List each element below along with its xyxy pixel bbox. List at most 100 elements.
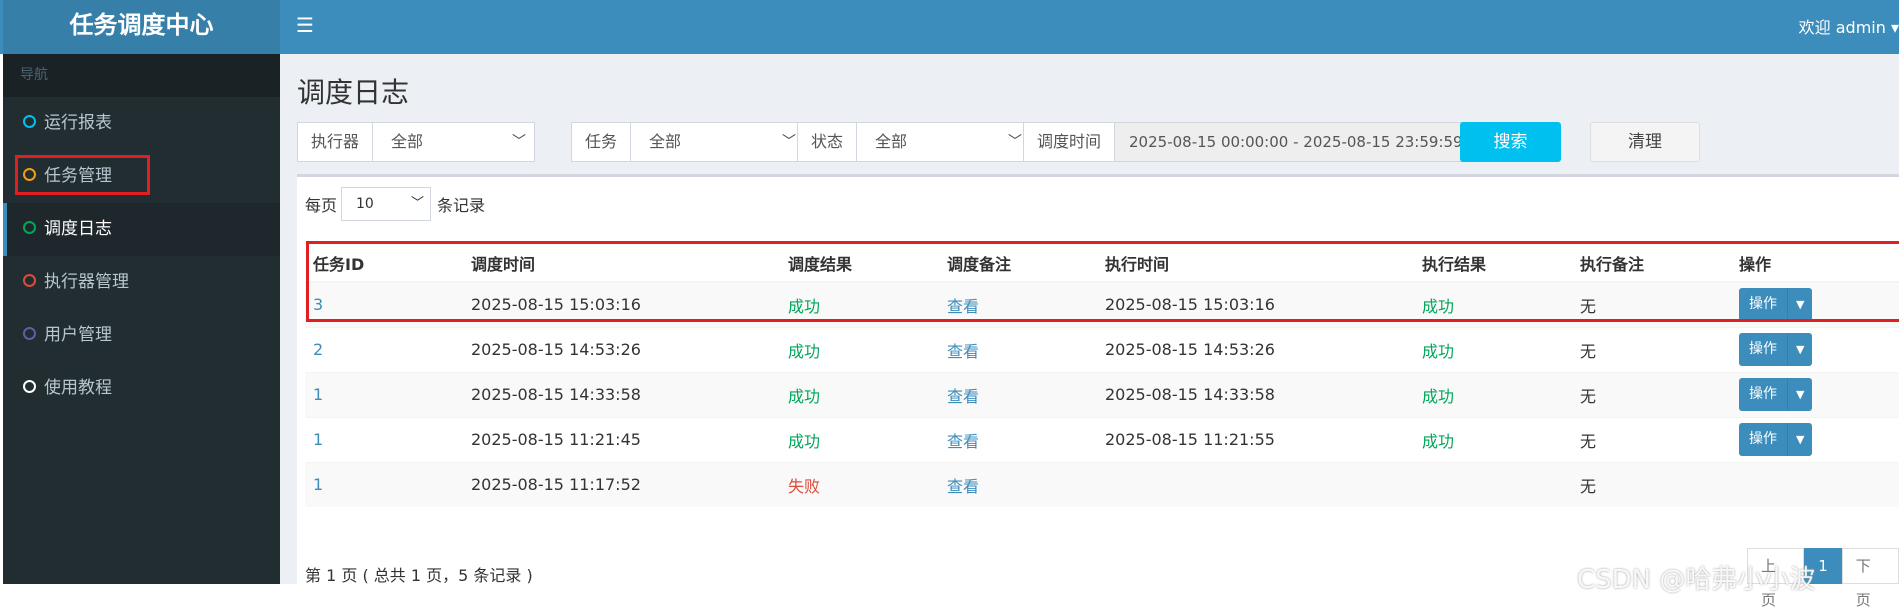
exec-result: 成功	[1414, 281, 1572, 327]
status-label: 状态	[797, 122, 857, 162]
sidebar-item-report[interactable]: 运行报表	[3, 97, 280, 150]
log-table-box: 每页 10 ﹀ 条记录 任务ID 调度时间 调度结果 调度备注 执行时间 执行结果…	[297, 174, 1899, 609]
sidebar-item-label: 调度日志	[44, 219, 112, 239]
op-cell: 操作 ▼	[1731, 371, 1899, 417]
status-filter: 状态 全部 ﹀	[797, 122, 1032, 162]
exec-time: 2025-08-15 14:53:26	[1097, 326, 1414, 372]
column-header[interactable]: 调度结果	[780, 244, 939, 283]
trigger-result: 成功	[780, 371, 939, 417]
job-id-link[interactable]: 1	[305, 371, 463, 417]
job-id-link[interactable]: 1	[305, 416, 463, 462]
job-id-link[interactable]: 3	[305, 281, 463, 327]
search-button[interactable]: 搜索	[1460, 122, 1561, 162]
trigger-time: 2025-08-15 11:21:45	[463, 416, 780, 462]
column-header[interactable]: 任务ID	[305, 244, 463, 283]
csdn-watermark: CSDN @哈弗小小波	[1577, 565, 1816, 595]
trigger-result: 失败	[780, 461, 939, 507]
time-filter: 调度时间 2025-08-15 00:00:00 - 2025-08-15 23…	[1023, 122, 1535, 162]
table-row: 1 2025-08-15 14:33:58 成功 查看 2025-08-15 1…	[305, 371, 1899, 417]
executor-select-value: 全部	[391, 132, 424, 151]
trigger-result: 成功	[780, 326, 939, 372]
table-row: 3 2025-08-15 15:03:16 成功 查看 2025-08-15 1…	[305, 281, 1899, 327]
trigger-result: 成功	[780, 416, 939, 462]
operation-dropdown-button[interactable]: 操作 ▼	[1739, 378, 1813, 411]
exec-time	[1097, 461, 1414, 507]
table-row: 1 2025-08-15 11:21:45 成功 查看 2025-08-15 1…	[305, 416, 1899, 462]
column-header[interactable]: 调度时间	[463, 244, 780, 283]
trigger-note-link[interactable]: 查看	[939, 281, 1097, 327]
sidebar-item-label: 用户管理	[44, 325, 112, 345]
caret-down-icon: ▼	[1787, 288, 1812, 322]
circle-icon	[23, 379, 36, 393]
time-label: 调度时间	[1023, 122, 1115, 162]
caret-down-icon: ▼	[1787, 333, 1812, 366]
job-select-value: 全部	[649, 132, 682, 151]
status-select[interactable]: 全部 ﹀	[856, 122, 1032, 162]
trigger-note-link[interactable]: 查看	[939, 461, 1097, 507]
job-filter: 任务 全部 ﹀	[571, 122, 806, 162]
hamburger-icon[interactable]: ☰	[296, 13, 314, 37]
trigger-note-link[interactable]: 查看	[939, 371, 1097, 417]
sidebar-item-help[interactable]: 使用教程	[3, 362, 280, 415]
column-header[interactable]: 调度备注	[939, 244, 1097, 283]
user-welcome[interactable]: 欢迎 admin ▾	[1799, 14, 1899, 38]
sidebar-item-logs[interactable]: 调度日志	[3, 203, 280, 256]
main-content: 调度日志 执行器 全部 ﹀ 任务 全部 ﹀ 状态 全部 ﹀ 调度时间 2025-08-…	[280, 54, 1899, 609]
nav-header: 导航	[3, 54, 280, 97]
chevron-down-icon: ﹀	[512, 134, 527, 150]
column-header[interactable]: 执行备注	[1572, 244, 1731, 283]
operation-label: 操作	[1749, 341, 1777, 357]
sidebar-item-label: 使用教程	[44, 378, 112, 398]
top-navbar: 任务调度中心 ☰ 欢迎 admin ▾	[0, 0, 1899, 54]
job-id-link[interactable]: 2	[305, 326, 463, 372]
job-label: 任务	[571, 122, 631, 162]
exec-result: 成功	[1414, 326, 1572, 372]
executor-label: 执行器	[297, 122, 373, 162]
executor-select[interactable]: 全部 ﹀	[372, 122, 536, 162]
exec-result: 成功	[1414, 416, 1572, 462]
welcome-text: 欢迎 admin	[1798, 18, 1886, 37]
job-select[interactable]: 全部 ﹀	[630, 122, 806, 162]
exec-note: 无	[1572, 416, 1731, 462]
page-length-select[interactable]: 10 ﹀	[341, 187, 432, 221]
column-header[interactable]: 执行结果	[1414, 244, 1572, 283]
exec-time: 2025-08-15 14:33:58	[1097, 371, 1414, 417]
op-cell: 操作 ▼	[1731, 281, 1899, 327]
sidebar: 导航 运行报表 任务管理 调度日志 执行器管理 用户管理 使用教程	[3, 54, 280, 584]
caret-down-icon: ▼	[1787, 378, 1812, 411]
column-header[interactable]: 操作	[1731, 244, 1899, 283]
page-length-control: 每页 10 ﹀ 条记录	[305, 187, 485, 221]
operation-dropdown-button[interactable]: 操作 ▼	[1739, 333, 1813, 366]
circle-icon	[23, 114, 36, 128]
exec-note: 无	[1572, 326, 1731, 372]
circle-icon	[23, 326, 36, 340]
column-header[interactable]: 执行时间	[1097, 244, 1414, 283]
trigger-note-link[interactable]: 查看	[939, 326, 1097, 372]
status-select-value: 全部	[875, 132, 908, 151]
sidebar-item-users[interactable]: 用户管理	[3, 309, 280, 362]
circle-icon	[23, 220, 36, 234]
exec-result	[1414, 461, 1572, 507]
trigger-result: 成功	[780, 281, 939, 327]
sidebar-item-label: 运行报表	[44, 113, 112, 133]
operation-label: 操作	[1749, 431, 1777, 447]
operation-dropdown-button[interactable]: 操作 ▼	[1739, 288, 1813, 322]
app-logo[interactable]: 任务调度中心	[3, 0, 280, 54]
table-row: 2 2025-08-15 14:53:26 成功 查看 2025-08-15 1…	[305, 326, 1899, 372]
clear-button[interactable]: 清理	[1590, 122, 1700, 162]
job-id-link[interactable]: 1	[305, 461, 463, 507]
chevron-down-icon: ﹀	[782, 134, 797, 150]
trigger-time: 2025-08-15 11:17:52	[463, 461, 780, 507]
sidebar-item-executors[interactable]: 执行器管理	[3, 256, 280, 309]
trigger-note-link[interactable]: 查看	[939, 416, 1097, 462]
chevron-down-icon: ﹀	[411, 196, 425, 211]
operation-label: 操作	[1749, 296, 1777, 313]
operation-dropdown-button[interactable]: 操作 ▼	[1739, 423, 1813, 456]
exec-note: 无	[1572, 371, 1731, 417]
exec-note: 无	[1572, 461, 1731, 507]
page-length-value: 10	[356, 196, 374, 212]
chevron-down-icon: ﹀	[1008, 134, 1023, 150]
next-page-button[interactable]: 下页	[1841, 548, 1899, 609]
table-header-row: 任务ID 调度时间 调度结果 调度备注 执行时间 执行结果 执行备注 操作	[305, 244, 1899, 283]
page-title: 调度日志	[297, 76, 410, 109]
